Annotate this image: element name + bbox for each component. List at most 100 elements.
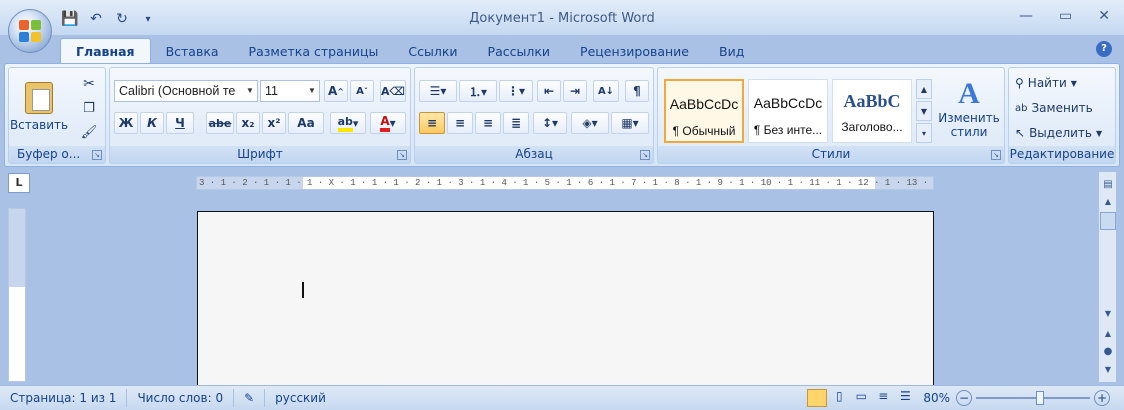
zoom-level[interactable]: 80%: [923, 391, 950, 405]
underline-button[interactable]: Ч: [166, 112, 194, 134]
dialog-launcher-icon[interactable]: ↘: [640, 150, 650, 160]
grow-font-button[interactable]: A ^: [324, 80, 348, 102]
tab-page-layout[interactable]: Разметка страницы: [234, 38, 394, 64]
line-spacing-button[interactable]: ↕▾: [533, 112, 567, 134]
view-outline-icon[interactable]: ≡: [873, 389, 893, 407]
help-icon[interactable]: ?: [1096, 41, 1112, 57]
close-icon[interactable]: ✕: [1098, 8, 1110, 24]
style-no-spacing[interactable]: AaBbCcDc ¶ Без инте...: [748, 79, 828, 143]
shrink-font-button[interactable]: Aˇ: [350, 80, 374, 102]
font-color-button[interactable]: A ▾: [370, 112, 406, 134]
multilevel-list-button[interactable]: ⋮▾: [499, 80, 533, 102]
zoom-slider-thumb[interactable]: [1036, 391, 1044, 405]
numbering-button[interactable]: ⒈▾: [459, 80, 497, 102]
replace-button[interactable]: ab Заменить: [1015, 97, 1093, 119]
borders-button[interactable]: ▦▾: [611, 112, 649, 134]
decrease-indent-button[interactable]: ⇤: [537, 80, 561, 102]
tab-home[interactable]: Главная: [60, 38, 151, 64]
save-icon[interactable]: 💾: [60, 9, 80, 29]
change-styles-button[interactable]: A Изменить стили: [936, 70, 1002, 146]
zoom-out-icon[interactable]: −: [956, 390, 972, 406]
show-marks-button[interactable]: ¶: [625, 80, 649, 102]
font-name-combo[interactable]: Calibri (Основной те ▼: [114, 80, 258, 102]
tab-references[interactable]: Ссылки: [393, 38, 472, 64]
styles-scroll-down-icon[interactable]: ▼: [916, 101, 932, 121]
chevron-down-icon: ▼: [1095, 128, 1103, 138]
tab-review[interactable]: Рецензирование: [565, 38, 704, 64]
view-full-screen-icon[interactable]: ▯: [829, 389, 849, 407]
dialog-launcher-icon[interactable]: ↘: [397, 150, 407, 160]
chevron-down-icon: ▼: [243, 81, 257, 101]
zoom-slider[interactable]: [976, 391, 1090, 405]
view-web-layout-icon[interactable]: ▭: [851, 389, 871, 407]
shading-button[interactable]: ◈▾: [571, 112, 609, 134]
style-heading-1[interactable]: AaBbC Заголово...: [832, 79, 912, 143]
proofing-icon[interactable]: ✎: [234, 389, 266, 407]
view-draft-icon[interactable]: ☰: [895, 389, 915, 407]
next-page-icon[interactable]: ▼: [1100, 362, 1116, 376]
strikethrough-button[interactable]: abe: [206, 112, 234, 134]
word-count[interactable]: Число слов: 0: [127, 389, 235, 407]
style-normal[interactable]: AaBbCcDc ¶ Обычный: [664, 79, 744, 143]
vertical-ruler[interactable]: [8, 208, 26, 382]
styles-scroll-up-icon[interactable]: ▲: [916, 79, 932, 99]
scroll-thumb[interactable]: [1100, 212, 1116, 230]
office-logo-icon: [19, 20, 41, 42]
scroll-down-icon[interactable]: ▼: [1100, 306, 1116, 320]
minimize-icon[interactable]: —: [1019, 8, 1033, 24]
dialog-launcher-icon[interactable]: ↘: [991, 150, 1001, 160]
maximize-icon[interactable]: ▭: [1059, 8, 1072, 24]
customize-qat-icon[interactable]: ▾: [138, 9, 158, 29]
tab-insert[interactable]: Вставка: [151, 38, 234, 64]
view-print-layout-icon[interactable]: [807, 389, 828, 407]
find-button[interactable]: ⚲ Найти ▼: [1015, 72, 1077, 94]
language-indicator[interactable]: русский: [265, 389, 336, 407]
copy-icon[interactable]: ❐: [79, 98, 99, 118]
group-styles: AaBbCcDc ¶ Обычный AaBbCcDc ¶ Без инте..…: [657, 67, 1005, 164]
increase-indent-button[interactable]: ⇥: [563, 80, 587, 102]
align-left-button[interactable]: ≡: [419, 112, 445, 134]
status-bar: Страница: 1 из 1 Число слов: 0 ✎ русский…: [0, 385, 1124, 410]
font-size-combo[interactable]: 11 ▼: [260, 80, 320, 102]
select-button[interactable]: ↖ Выделить ▼: [1015, 122, 1102, 144]
italic-button[interactable]: К: [140, 112, 164, 134]
select-browse-object-icon[interactable]: ●: [1100, 344, 1116, 358]
bold-button[interactable]: Ж: [114, 112, 138, 134]
cut-icon[interactable]: ✂: [79, 74, 99, 94]
horizontal-ruler[interactable]: 3 · 1 · 2 · 1 · 1 · 1 · X · 1 · 1 · 1 · …: [196, 176, 934, 190]
ribbon: Вставить ✂ ❐ 🖌 Буфер о... ↘ Calibri (Осн…: [4, 63, 1120, 167]
tab-view[interactable]: Вид: [704, 38, 759, 64]
group-font: Calibri (Основной те ▼ 11 ▼ A ^ Aˇ A⌫ Ж К Ч…: [109, 67, 411, 164]
replace-icon: ab: [1015, 102, 1028, 114]
undo-icon[interactable]: ↶: [86, 9, 106, 29]
page-count[interactable]: Страница: 1 из 1: [0, 389, 128, 407]
clear-format-button[interactable]: A⌫: [380, 80, 406, 102]
dialog-launcher-icon[interactable]: ↘: [92, 150, 102, 160]
view-ruler-icon[interactable]: ▤: [1100, 176, 1116, 192]
paste-button[interactable]: Вставить: [10, 72, 68, 142]
change-case-button[interactable]: Aa: [288, 112, 324, 134]
scroll-up-icon[interactable]: ▲: [1100, 194, 1116, 208]
document-page[interactable]: [197, 211, 934, 386]
bullets-button[interactable]: ☰▾: [419, 80, 457, 102]
superscript-button[interactable]: x²: [262, 112, 286, 134]
quick-access-toolbar: 💾 ↶ ↻ ▾: [60, 9, 158, 29]
tab-selector-button[interactable]: L: [8, 173, 30, 193]
align-right-button[interactable]: ≡: [475, 112, 501, 134]
styles-more-icon[interactable]: ▾: [916, 123, 932, 143]
zoom-in-icon[interactable]: +: [1094, 390, 1110, 406]
prev-page-icon[interactable]: ▲: [1100, 326, 1116, 340]
justify-button[interactable]: ≣: [503, 112, 529, 134]
vertical-scrollbar[interactable]: ▤ ▲ ▼ ▲ ● ▼: [1098, 172, 1116, 382]
cursor-icon: ↖: [1015, 126, 1026, 140]
redo-icon[interactable]: ↻: [112, 9, 132, 29]
format-painter-icon[interactable]: 🖌: [79, 122, 99, 142]
sort-button[interactable]: A↓: [593, 80, 619, 102]
office-button[interactable]: [8, 9, 52, 53]
group-label: Шрифт: [110, 146, 410, 163]
align-center-button[interactable]: ≡: [447, 112, 473, 134]
tab-mailings[interactable]: Рассылки: [473, 38, 565, 64]
window-controls: — ▭ ✕: [1019, 8, 1110, 24]
subscript-button[interactable]: x₂: [236, 112, 260, 134]
highlight-button[interactable]: ab ▾: [330, 112, 366, 134]
